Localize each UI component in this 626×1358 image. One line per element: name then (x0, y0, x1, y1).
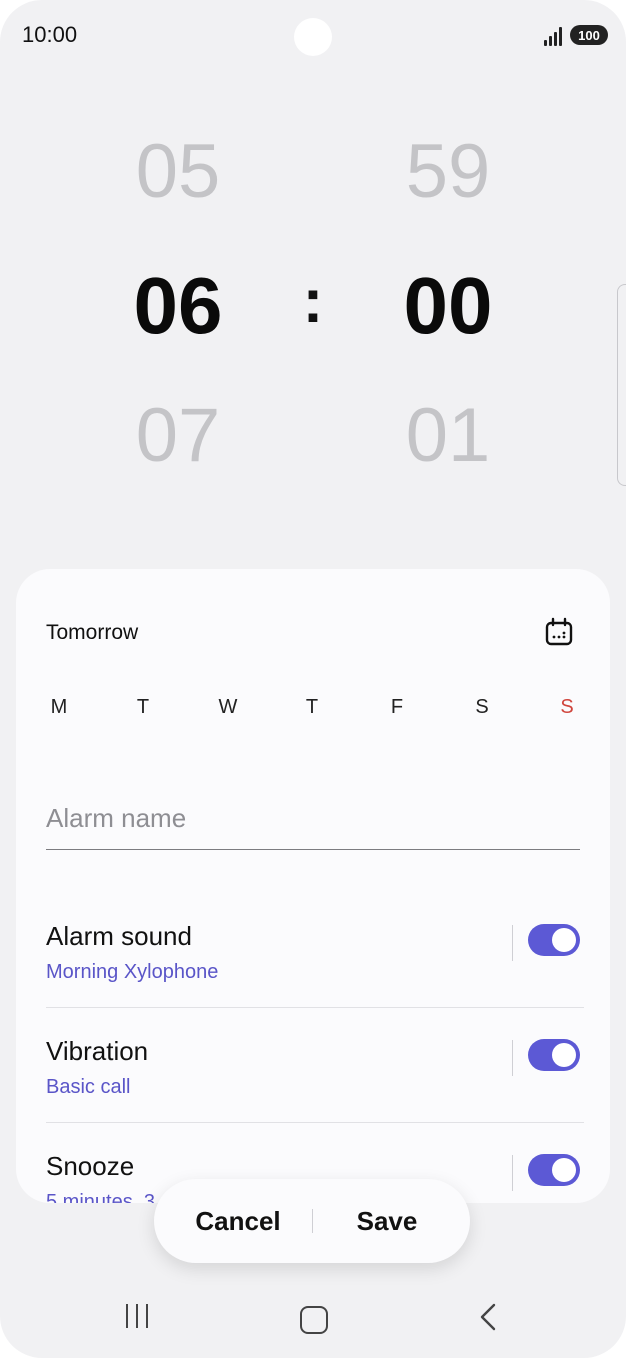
day-selector: M T W T F S S (46, 696, 586, 726)
hour-next[interactable]: 07 (88, 392, 268, 479)
toggle-knob (552, 1158, 576, 1182)
vibration-title: Vibration (46, 1036, 149, 1066)
save-button[interactable]: Save (324, 1179, 450, 1263)
action-bar: Cancel Save (154, 1179, 470, 1263)
action-divider (312, 1209, 313, 1233)
alarm-settings-card: Tomorrow M T W T F S S Alarm name Alarm … (16, 569, 610, 1203)
date-label: Tomorrow (46, 621, 139, 644)
minute-prev[interactable]: 59 (358, 128, 538, 215)
calendar-icon[interactable] (544, 617, 574, 647)
day-thursday[interactable]: T (297, 696, 327, 719)
snooze-toggle[interactable] (528, 1154, 580, 1186)
day-monday[interactable]: M (44, 696, 74, 719)
hour-prev[interactable]: 05 (88, 128, 268, 215)
vibration-row[interactable]: Vibration Basic call (46, 1036, 584, 1126)
alarm-sound-row[interactable]: Alarm sound Morning Xylophone (46, 921, 584, 1011)
alarm-sound-value: Morning Xylophone (46, 961, 219, 983)
day-sunday[interactable]: S (552, 696, 582, 719)
hour-selected[interactable]: 06 (88, 260, 268, 352)
vibration-value: Basic call (46, 1076, 131, 1098)
signal-icon (544, 26, 566, 46)
alarm-sound-title: Alarm sound (46, 921, 192, 951)
camera-cutout (294, 18, 332, 56)
back-icon[interactable] (478, 1300, 498, 1334)
status-time: 10:00 (22, 22, 78, 47)
phone-screen: 10:00 100 05 06 07 : 59 00 01 Tomorrow M… (0, 0, 626, 1358)
alarm-sound-toggle[interactable] (528, 924, 580, 956)
recent-apps-icon[interactable] (124, 1300, 150, 1336)
alarm-name-underline (46, 849, 580, 850)
day-saturday[interactable]: S (467, 696, 497, 719)
day-wednesday[interactable]: W (213, 696, 243, 719)
minute-next[interactable]: 01 (358, 392, 538, 479)
minute-selected[interactable]: 00 (358, 260, 538, 352)
row-separator (46, 1007, 584, 1008)
row-divider (512, 1040, 513, 1076)
row-separator (46, 1122, 584, 1123)
alarm-name-input[interactable]: Alarm name (46, 803, 186, 834)
day-friday[interactable]: F (382, 696, 412, 719)
cancel-button[interactable]: Cancel (174, 1179, 302, 1263)
row-divider (512, 925, 513, 961)
edge-panel-handle[interactable] (617, 284, 626, 486)
home-icon[interactable] (300, 1306, 328, 1334)
snooze-title: Snooze (46, 1151, 135, 1181)
toggle-knob (552, 1043, 576, 1067)
battery-icon: 100 (570, 25, 608, 45)
vibration-toggle[interactable] (528, 1039, 580, 1071)
row-divider (512, 1155, 513, 1191)
time-separator: : (302, 267, 324, 336)
day-tuesday[interactable]: T (128, 696, 158, 719)
toggle-knob (552, 928, 576, 952)
snooze-value: 5 minutes, 3 (46, 1191, 155, 1203)
